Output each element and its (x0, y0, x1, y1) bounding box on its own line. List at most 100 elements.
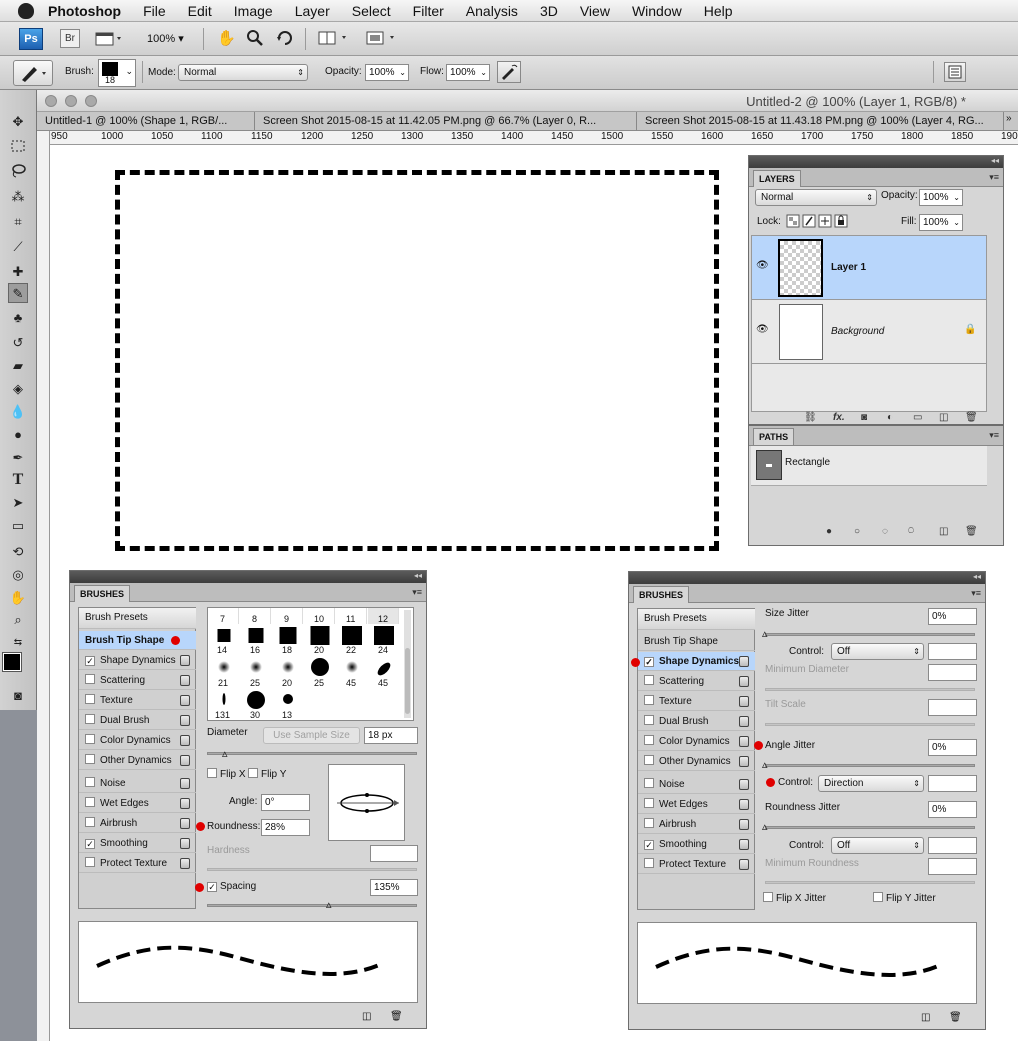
layers-opacity-field[interactable]: 100% ⌄ (919, 189, 963, 206)
brush-tip[interactable]: 45 (336, 658, 367, 689)
size-control-dropdown[interactable]: Off ⇕ (831, 643, 924, 660)
checkbox[interactable] (85, 714, 95, 724)
checkbox[interactable] (85, 817, 95, 827)
brush-tip[interactable]: 20 (272, 658, 303, 689)
brush-option-noise[interactable]: Noise (79, 774, 196, 793)
arrange-documents-button[interactable] (318, 30, 352, 46)
lock-icon[interactable] (739, 676, 749, 687)
layer-row[interactable]: 👁 Background 🔒 (752, 300, 986, 364)
grid-scrollbar[interactable] (404, 610, 411, 718)
pen-tool-icon[interactable]: ✒ (8, 448, 28, 468)
checkbox[interactable] (85, 694, 95, 704)
zoom-tool-icon[interactable]: ⌕ (8, 610, 28, 630)
brush-option-color-dynamics[interactable]: Color Dynamics (79, 731, 196, 750)
3d-rotate-tool-icon[interactable]: ⟲ (8, 542, 28, 562)
default-colors-icon[interactable]: ⇆ (8, 633, 28, 653)
checkbox[interactable] (644, 695, 654, 705)
horizontal-ruler[interactable]: 950 1000 1050 1100 1150 1200 1250 1300 1… (50, 131, 1018, 145)
menu-help[interactable]: Help (704, 3, 733, 19)
lock-icon[interactable] (739, 656, 749, 667)
link-layers-icon[interactable]: ⛓ (804, 412, 817, 423)
spacing-field[interactable]: 135% (370, 879, 418, 896)
tab-layers[interactable]: LAYERS (753, 170, 801, 187)
size-jitter-field[interactable]: 0% (928, 608, 977, 625)
lock-icon[interactable] (739, 756, 749, 767)
lock-icon[interactable] (180, 858, 190, 869)
apple-icon[interactable] (18, 2, 34, 19)
brush-presets-button[interactable]: Brush Presets (79, 608, 196, 629)
angle-jitter-field[interactable]: 0% (928, 739, 977, 756)
brush-panel-toggle[interactable] (944, 62, 966, 82)
tilt-scale-slider[interactable] (765, 723, 975, 726)
lasso-tool-icon[interactable] (8, 162, 28, 182)
lock-icon[interactable] (739, 799, 749, 810)
brush-option-protect-texture[interactable]: Protect Texture (638, 855, 755, 874)
roundness-control-dropdown[interactable]: Off ⇕ (831, 837, 924, 854)
angle-jitter-slider[interactable] (765, 764, 975, 767)
fill-field[interactable]: 100% ⌄ (919, 214, 963, 231)
checkbox[interactable] (644, 798, 654, 808)
panel-menu-icon[interactable]: ▾≡ (989, 430, 999, 441)
brush-tip[interactable]: 25 (304, 658, 335, 689)
collapse-icon[interactable]: ◂◂ (973, 572, 981, 581)
blur-tool-icon[interactable]: 💧 (8, 402, 28, 422)
panel-menu-icon[interactable]: ▾≡ (989, 172, 999, 183)
paint-bucket-tool-icon[interactable]: ◈ (8, 379, 28, 399)
brush-angle-preview[interactable] (328, 764, 405, 841)
brush-tip-top[interactable]: 9 (272, 608, 303, 624)
brush-option-airbrush[interactable]: Airbrush (79, 814, 196, 833)
menu-layer[interactable]: Layer (295, 3, 330, 19)
eye-icon[interactable]: 👁 (756, 260, 769, 271)
lock-icon[interactable] (739, 736, 749, 747)
roundness-control-field[interactable] (928, 837, 977, 854)
tilt-scale-field[interactable] (928, 699, 977, 716)
menu-filter[interactable]: Filter (413, 3, 444, 19)
blend-mode-dropdown[interactable]: Normal ⇕ (755, 189, 877, 206)
type-tool-icon[interactable]: T (8, 470, 28, 490)
checkbox[interactable] (644, 778, 654, 788)
3d-orbit-tool-icon[interactable]: ◎ (8, 565, 28, 585)
lock-icon[interactable] (180, 655, 190, 666)
tabs-overflow-icon[interactable]: » (1006, 113, 1016, 124)
checkbox[interactable] (644, 715, 654, 725)
slider-thumb[interactable]: ▵ (762, 758, 768, 771)
brush-tip[interactable]: 14 (208, 626, 239, 657)
brush-tip-grid[interactable]: 7 8 9 10 11 12 14 16 18 20 22 24 21 25 2… (207, 607, 414, 721)
lock-icon[interactable] (180, 675, 190, 686)
menu-window[interactable]: Window (632, 3, 682, 19)
quick-mask-icon[interactable]: ◙ (8, 686, 28, 706)
vertical-ruler[interactable] (37, 131, 50, 1041)
brush-tip[interactable]: 21 (208, 658, 239, 689)
angle-control-dropdown[interactable]: Direction ⇕ (818, 775, 924, 792)
menu-view[interactable]: View (580, 3, 610, 19)
lock-icon[interactable] (180, 735, 190, 746)
brush-tip-top[interactable]: 8 (240, 608, 271, 624)
adjustment-layer-icon[interactable]: ◐ (887, 412, 893, 423)
flip-x-jitter-option[interactable]: Flip X Jitter (763, 892, 826, 904)
brush-option-texture[interactable]: Texture (79, 691, 196, 710)
flip-x-option[interactable]: Flip X (207, 768, 246, 780)
checkbox[interactable] (644, 755, 654, 765)
checkbox[interactable] (85, 777, 95, 787)
move-tool-icon[interactable]: ✥ (8, 112, 28, 132)
lock-icon[interactable] (739, 779, 749, 790)
rotate-view-icon[interactable] (275, 28, 295, 48)
hand-tool-icon[interactable]: ✋ (216, 28, 236, 48)
use-sample-size-button[interactable]: Use Sample Size (263, 727, 360, 744)
checkbox[interactable]: ✓ (207, 882, 217, 892)
tab-screenshot-2[interactable]: Screen Shot 2015-08-15 at 11.43.18 PM.pn… (637, 112, 1004, 131)
minimum-diameter-slider[interactable] (765, 688, 975, 691)
brush-tip[interactable]: 18 (272, 626, 303, 657)
brush-picker[interactable]: 18 ⌄ (98, 59, 136, 87)
lock-icon[interactable] (739, 859, 749, 870)
angle-control-field[interactable] (928, 775, 977, 792)
minimize-window-button[interactable] (65, 95, 77, 107)
slider-thumb[interactable]: ▵ (762, 627, 768, 640)
brush-option-protect-texture[interactable]: Protect Texture (79, 854, 196, 873)
zoom-tool-icon[interactable] (245, 28, 265, 48)
checkbox[interactable] (248, 768, 258, 778)
spacing-slider[interactable] (207, 904, 417, 907)
tab-brushes[interactable]: BRUSHES (74, 585, 131, 602)
diameter-field[interactable]: 18 px (364, 727, 418, 744)
bridge-button[interactable]: Br (60, 29, 80, 48)
